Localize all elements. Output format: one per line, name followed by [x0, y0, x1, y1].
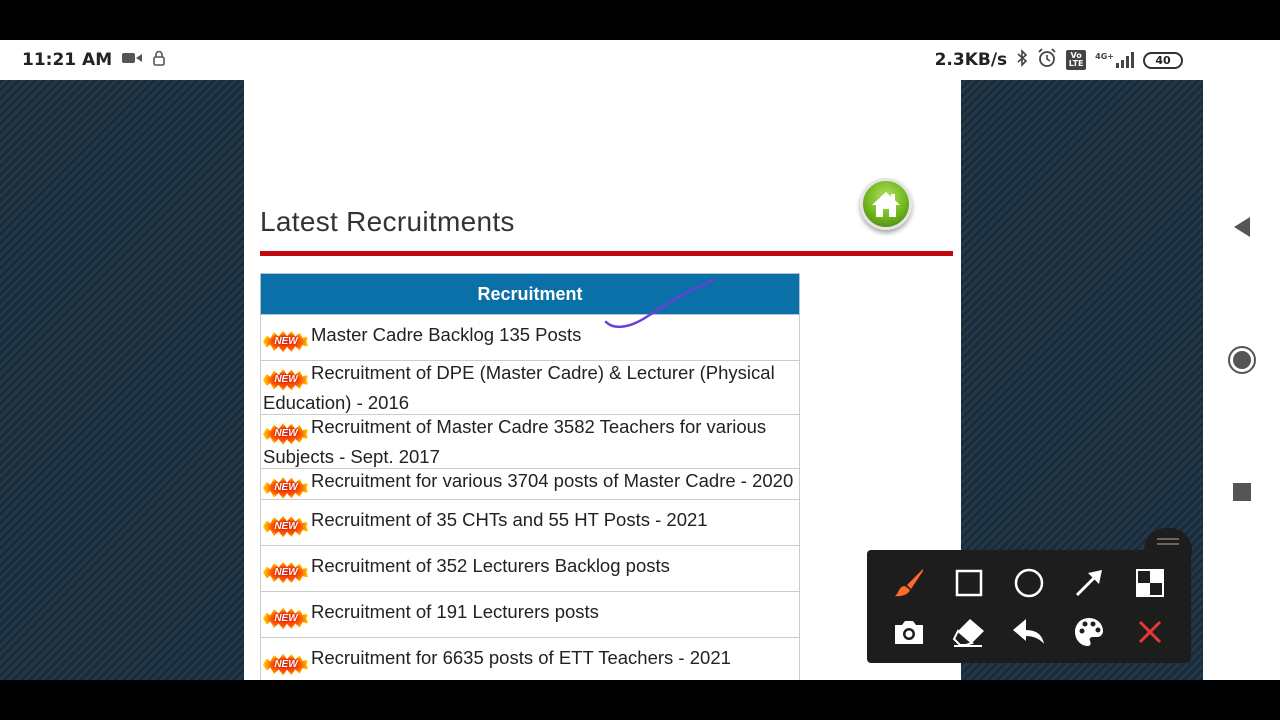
palette-icon: [1075, 618, 1103, 646]
signal-icon: 4G+: [1095, 52, 1134, 68]
recruitment-link[interactable]: Recruitment for various 3704 posts of Ma…: [311, 470, 793, 491]
circle-tool[interactable]: [1009, 563, 1049, 603]
status-time: 11:21 AM: [22, 50, 113, 70]
brush-tool[interactable]: [889, 563, 929, 603]
page-title: Latest Recruitments: [260, 206, 515, 237]
recruitment-link[interactable]: Recruitment of 191 Lecturers posts: [311, 601, 599, 622]
alarm-icon: [1037, 48, 1057, 72]
recruitment-table: Recruitment NEW Master Cadre Backlog 135 …: [260, 273, 800, 680]
recents-icon: [1233, 483, 1251, 501]
recruitment-link[interactable]: Recruitment of DPE (Master Cadre) & Lect…: [263, 362, 775, 413]
title-divider: [260, 251, 953, 256]
net-speed: 2.3KB/s: [934, 50, 1008, 70]
eraser-icon: [952, 619, 984, 647]
new-badge-icon: NEW: [263, 477, 309, 499]
android-nav-bar: [1203, 40, 1280, 680]
close-icon: [1138, 620, 1162, 644]
eraser-tool[interactable]: [949, 612, 989, 652]
back-icon: [1234, 217, 1250, 237]
rectangle-icon: [955, 569, 983, 597]
brush-icon: [895, 569, 923, 597]
web-page: Latest Recruitments Recruitment NEW Maste…: [244, 80, 961, 680]
back-button[interactable]: [1227, 212, 1257, 242]
rectangle-tool[interactable]: [949, 563, 989, 603]
bluetooth-icon: [1016, 49, 1028, 71]
recents-button[interactable]: [1227, 477, 1257, 507]
new-badge-icon: NEW: [263, 561, 309, 584]
camera-tool[interactable]: [889, 612, 929, 652]
table-row[interactable]: NEW Recruitment for various 3704 posts of…: [260, 468, 800, 500]
home-button[interactable]: [860, 178, 912, 230]
recruitment-link[interactable]: Recruitment of Master Cadre 3582 Teacher…: [263, 416, 766, 467]
recruitment-link[interactable]: Recruitment of 35 CHTs and 55 HT Posts -…: [311, 509, 708, 530]
table-row[interactable]: NEW Recruitment for 6635 posts of ETT Tea…: [260, 637, 800, 680]
table-row[interactable]: NEW Recruitment of 191 Lecturers posts: [260, 591, 800, 638]
letterbox-bottom: [0, 680, 1280, 720]
new-badge-icon: NEW: [263, 515, 309, 538]
camera-icon: [895, 621, 923, 644]
battery-indicator: 40: [1143, 51, 1183, 69]
signal-label: 4G+: [1095, 52, 1114, 61]
table-row[interactable]: NEW Recruitment of DPE (Master Cadre) & L…: [260, 360, 800, 415]
screen-draw-toolbar: [867, 550, 1191, 663]
palette-tool[interactable]: [1069, 612, 1109, 652]
recruitment-link[interactable]: Recruitment for 6635 posts of ETT Teache…: [311, 647, 731, 668]
recruitment-link[interactable]: Recruitment of 352 Lecturers Backlog pos…: [311, 555, 670, 576]
undo-icon: [1013, 619, 1044, 644]
lock-icon: [152, 50, 166, 70]
new-badge-icon: NEW: [263, 423, 309, 445]
table-row[interactable]: NEW Recruitment of 35 CHTs and 55 HT Post…: [260, 499, 800, 546]
status-bar: 11:21 AM 2.3KB/s Vo LTE 4G+ 40: [0, 40, 1203, 80]
mosaic-tool[interactable]: [1130, 563, 1170, 603]
undo-tool[interactable]: [1009, 612, 1049, 652]
new-badge-icon: NEW: [263, 607, 309, 630]
home-circle-icon: [1228, 346, 1256, 374]
circle-icon: [1014, 568, 1044, 598]
volte-icon: Vo LTE: [1066, 50, 1087, 70]
home-nav-button[interactable]: [1227, 345, 1257, 375]
recruitment-link[interactable]: Master Cadre Backlog 135 Posts: [311, 324, 581, 345]
mosaic-icon: [1136, 569, 1164, 597]
video-record-icon: [121, 50, 143, 70]
new-badge-icon: NEW: [263, 330, 309, 353]
arrow-tool[interactable]: [1069, 563, 1109, 603]
arrow-icon: [1075, 570, 1102, 597]
table-row[interactable]: NEW Master Cadre Backlog 135 Posts: [260, 314, 800, 361]
table-row[interactable]: NEW Recruitment of Master Cadre 3582 Teac…: [260, 414, 800, 469]
new-badge-icon: NEW: [263, 369, 309, 391]
table-row[interactable]: NEW Recruitment of 352 Lecturers Backlog …: [260, 545, 800, 592]
close-tool[interactable]: [1130, 612, 1170, 652]
new-badge-icon: NEW: [263, 653, 309, 676]
letterbox-top: [0, 0, 1280, 40]
house-icon: [872, 192, 900, 217]
table-header: Recruitment: [260, 273, 800, 315]
